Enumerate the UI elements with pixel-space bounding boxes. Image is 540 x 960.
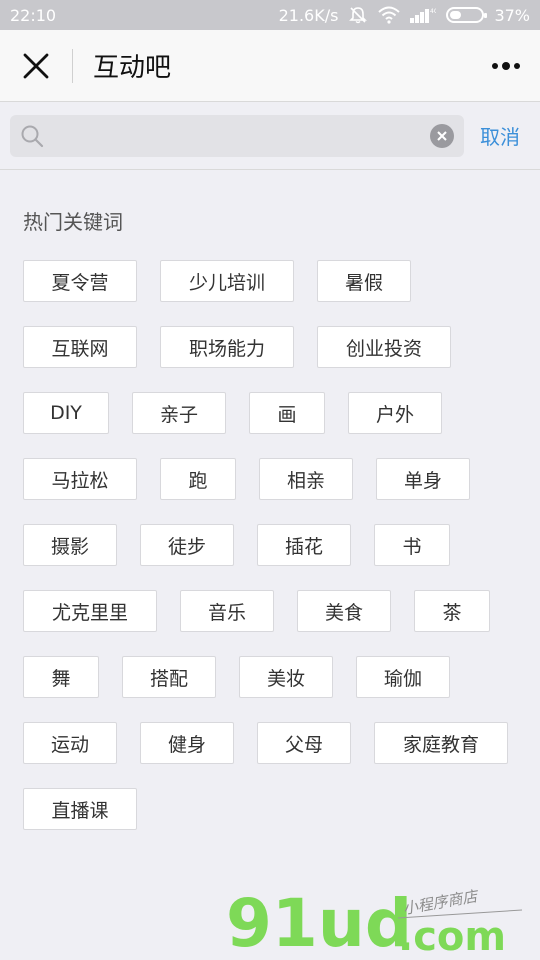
mute-bell-icon bbox=[348, 5, 368, 25]
watermark-logo: 91ud .com 小程序商店 bbox=[226, 885, 523, 954]
search-icon bbox=[21, 125, 44, 147]
search-box[interactable] bbox=[10, 114, 464, 157]
keyword-tag[interactable]: 直播课 bbox=[23, 788, 137, 830]
keyword-tag[interactable]: 单身 bbox=[376, 458, 470, 500]
tag-row: 尤克里里 音乐 美食茶 bbox=[23, 590, 517, 632]
page-title: 互动吧 bbox=[93, 53, 172, 83]
close-button[interactable] bbox=[0, 30, 72, 102]
signal-label: 4G bbox=[430, 8, 436, 15]
search-area: 取消 bbox=[0, 102, 540, 170]
hot-keywords-section: 热门关键词 夏令营 少儿培训 暑假 互联网 职场能力 创业投资 DIY 亲子画户外 马拉松跑相亲… bbox=[0, 170, 540, 830]
watermark-tagline: 小程序商店 bbox=[402, 887, 481, 918]
clear-button[interactable] bbox=[430, 123, 454, 148]
hot-keywords-title: 热门关键词 bbox=[23, 210, 123, 234]
status-right: 21.6K/s 4G 37% bbox=[279, 5, 530, 25]
cancel-button[interactable]: 取消 bbox=[480, 121, 520, 150]
wifi-icon bbox=[378, 6, 401, 24]
keyword-tag[interactable]: 尤克里里 bbox=[23, 590, 157, 632]
nav-divider bbox=[72, 48, 73, 83]
keyword-tag[interactable]: 户外 bbox=[348, 392, 442, 434]
tag-row: 摄影 徒步 插花书 bbox=[23, 524, 517, 566]
keyword-tag[interactable]: 相亲 bbox=[259, 458, 353, 500]
signal-icon: 4G bbox=[410, 6, 436, 24]
watermark-brand: 91ud bbox=[226, 885, 412, 954]
close-icon bbox=[23, 53, 49, 78]
keyword-tag[interactable]: 创业投资 bbox=[317, 326, 451, 368]
battery-percent: 37% bbox=[494, 5, 530, 25]
watermark-domain: .com bbox=[398, 914, 506, 954]
nav-bar: 互动吧 bbox=[0, 30, 540, 102]
tag-row: DIY 亲子画户外 bbox=[23, 392, 517, 434]
tag-row: 舞搭配 美妆 瑜伽 bbox=[23, 656, 517, 698]
keyword-tag[interactable]: 健身 bbox=[140, 722, 234, 764]
keyword-tag[interactable]: 插花 bbox=[257, 524, 351, 566]
keyword-tag[interactable]: 运动 bbox=[23, 722, 117, 764]
network-speed: 21.6K/s bbox=[278, 5, 339, 25]
keyword-tag[interactable]: 舞 bbox=[23, 656, 99, 698]
keyword-tag[interactable]: 职场能力 bbox=[160, 326, 294, 368]
keyword-tag[interactable]: 书 bbox=[374, 524, 450, 566]
status-time: 22:10 bbox=[10, 5, 57, 25]
clear-icon bbox=[437, 130, 447, 141]
more-dots-icon bbox=[492, 63, 498, 69]
keyword-tag[interactable]: 马拉松 bbox=[23, 458, 137, 500]
keyword-tag[interactable]: DIY bbox=[23, 392, 109, 434]
keyword-tag[interactable]: 夏令营 bbox=[23, 260, 137, 302]
tag-row: 运动 健身 父母 家庭教育 bbox=[23, 722, 517, 764]
keyword-tag[interactable]: 音乐 bbox=[180, 590, 274, 632]
tag-row: 马拉松跑相亲 单身 bbox=[23, 458, 517, 500]
keyword-tag[interactable]: 少儿培训 bbox=[160, 260, 294, 302]
keyword-tag[interactable]: 搭配 bbox=[122, 656, 216, 698]
keyword-tag[interactable]: 瑜伽 bbox=[356, 656, 450, 698]
tag-row: 直播课 bbox=[23, 788, 517, 830]
more-dot-center bbox=[502, 62, 510, 70]
keyword-tag[interactable]: 家庭教育 bbox=[374, 722, 508, 764]
keyword-tag[interactable]: 美食 bbox=[297, 590, 391, 632]
more-button[interactable] bbox=[492, 54, 520, 78]
keyword-tag[interactable]: 暑假 bbox=[317, 260, 411, 302]
tag-row: 互联网 职场能力 创业投资 bbox=[23, 326, 517, 368]
keyword-tag[interactable]: 徒步 bbox=[140, 524, 234, 566]
search-input[interactable] bbox=[50, 114, 430, 157]
tag-list: 夏令营 少儿培训 暑假 互联网 职场能力 创业投资 DIY 亲子画户外 马拉松跑相亲 单身 摄影 徒步… bbox=[23, 260, 517, 830]
battery-fill bbox=[450, 11, 462, 19]
keyword-tag[interactable]: 亲子 bbox=[132, 392, 226, 434]
keyword-tag[interactable]: 画 bbox=[249, 392, 325, 434]
status-bar: 22:10 21.6K/s 4G 37% bbox=[0, 0, 540, 30]
keyword-tag[interactable]: 跑 bbox=[160, 458, 236, 500]
keyword-tag[interactable]: 互联网 bbox=[23, 326, 137, 368]
battery-icon bbox=[446, 7, 488, 23]
keyword-tag[interactable]: 摄影 bbox=[23, 524, 117, 566]
keyword-tag[interactable]: 父母 bbox=[257, 722, 351, 764]
tag-row: 夏令营 少儿培训 暑假 bbox=[23, 260, 517, 302]
more-dot-right bbox=[514, 63, 520, 69]
keyword-tag[interactable]: 茶 bbox=[414, 590, 490, 632]
keyword-tag[interactable]: 美妆 bbox=[239, 656, 333, 698]
